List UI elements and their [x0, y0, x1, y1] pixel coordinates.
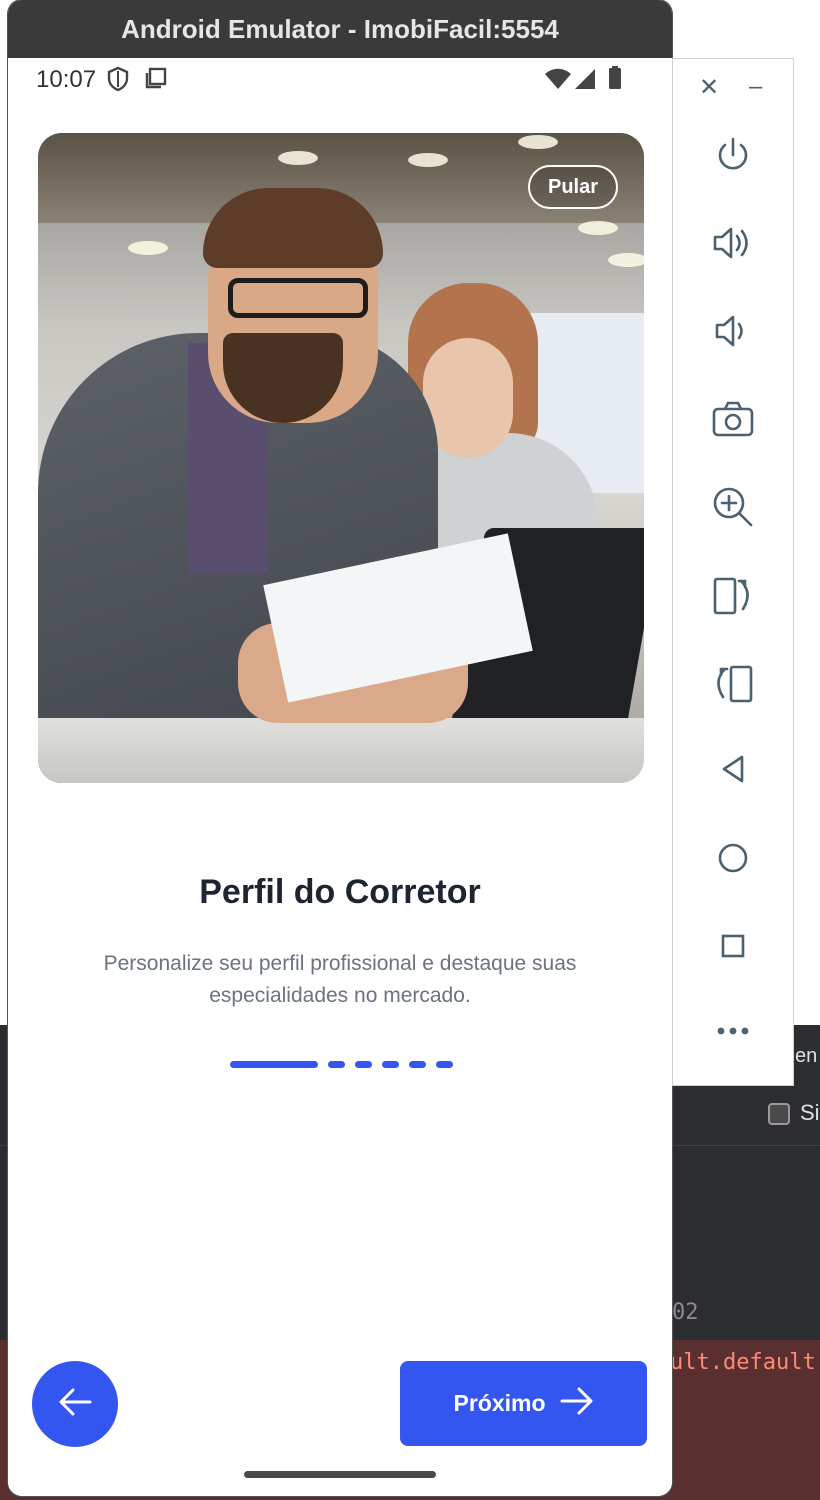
- notification-icon: [144, 66, 168, 95]
- page-indicator-dot: [328, 1061, 345, 1068]
- page-indicator-dot: [355, 1061, 372, 1068]
- overview-square-icon: [718, 931, 748, 966]
- volume-up-button[interactable]: [673, 223, 793, 268]
- page-indicator-dot: [382, 1061, 399, 1068]
- back-triangle-icon: [718, 753, 748, 790]
- arrow-left-icon: [58, 1387, 92, 1422]
- home-circle-icon: [716, 841, 750, 880]
- back-nav-button[interactable]: [673, 753, 793, 790]
- rotate-left-icon: [711, 573, 755, 622]
- page-indicator-dot: [436, 1061, 453, 1068]
- ide-line-number: 02: [672, 1300, 699, 1325]
- close-icon[interactable]: ✕: [699, 73, 719, 102]
- ide-checkbox-label: Si: [800, 1100, 820, 1125]
- hero-image: Pular: [38, 133, 644, 783]
- window-title[interactable]: Android Emulator - ImobiFacil:5554: [8, 0, 672, 58]
- shield-icon: [106, 66, 130, 97]
- page-indicator: [230, 1061, 453, 1069]
- power-button[interactable]: [673, 135, 793, 180]
- next-button[interactable]: Próximo: [400, 1361, 647, 1446]
- ide-tab-text: en: [795, 1045, 818, 1067]
- wifi-icon: [544, 68, 572, 95]
- rotate-left-button[interactable]: [673, 573, 793, 622]
- home-nav-button[interactable]: [673, 841, 793, 880]
- screenshot-button[interactable]: [673, 399, 793, 444]
- gesture-home-bar[interactable]: [244, 1471, 436, 1478]
- status-bar: 10:07: [8, 58, 672, 100]
- page-title: Perfil do Corretor: [199, 873, 481, 911]
- ide-checkbox[interactable]: [768, 1103, 790, 1125]
- zoom-button[interactable]: [673, 485, 793, 534]
- skip-button[interactable]: Pular: [528, 165, 618, 209]
- device-screen: 10:07 Pular Perfil do Corretor Personali…: [8, 58, 672, 1496]
- back-button[interactable]: [32, 1361, 118, 1447]
- page-indicator-dot: [409, 1061, 426, 1068]
- volume-up-icon: [711, 223, 755, 268]
- cellular-icon: [574, 68, 596, 95]
- status-time: 10:07: [36, 66, 97, 93]
- power-icon: [713, 135, 753, 180]
- next-button-label: Próximo: [453, 1390, 546, 1416]
- minimize-icon[interactable]: –: [749, 73, 762, 101]
- arrow-right-icon: [560, 1386, 594, 1422]
- more-icon: [715, 1023, 751, 1044]
- battery-icon: [608, 66, 622, 95]
- overview-nav-button[interactable]: [673, 931, 793, 966]
- zoom-in-icon: [711, 485, 755, 534]
- more-button[interactable]: [673, 1023, 793, 1044]
- rotate-right-icon: [711, 661, 755, 710]
- rotate-right-button[interactable]: [673, 661, 793, 710]
- ide-error-text: ult.default'): [670, 1350, 820, 1375]
- page-subtitle: Personalize seu perfil profissional e de…: [103, 952, 577, 1007]
- camera-icon: [711, 399, 755, 444]
- volume-down-button[interactable]: [673, 311, 793, 356]
- emulator-window: Android Emulator - ImobiFacil:5554 10:07: [8, 0, 672, 1496]
- volume-down-icon: [711, 311, 755, 356]
- page-indicator-dot-active: [230, 1061, 318, 1068]
- emulator-toolbar: ✕ –: [672, 58, 794, 1086]
